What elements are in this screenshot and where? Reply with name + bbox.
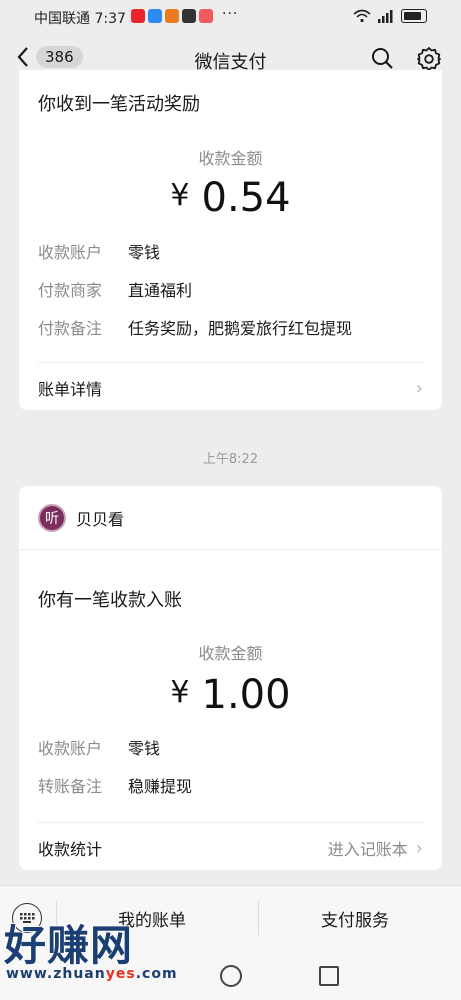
merchant-header[interactable]: 听 贝贝看 (38, 504, 124, 532)
wifi-icon (353, 9, 371, 23)
detail-value: 任务奖励，肥鹅爱旅行红包提现 (128, 319, 353, 338)
recents-button[interactable] (319, 966, 339, 986)
merchant-logo: 听 (38, 504, 66, 532)
payment-message-card[interactable]: 你收到一笔活动奖励 收款金额 ¥0.54 收款账户 零钱 付款商家 直通福利 付… (19, 70, 442, 410)
payment-stats-row[interactable]: 收款统计 进入记账本 › (38, 836, 423, 860)
ledger-link-label: 进入记账本 (327, 840, 408, 859)
divider (19, 549, 442, 550)
currency-symbol: ¥ (170, 675, 190, 710)
home-button[interactable] (220, 965, 242, 987)
detail-value: 稳赚提现 (128, 777, 193, 796)
payment-stats-label: 收款统计 (38, 840, 103, 859)
time-separator: 上午8:22 (202, 452, 259, 467)
menu-separator (258, 901, 259, 935)
currency-symbol: ¥ (170, 178, 190, 213)
notification-icons (131, 9, 213, 23)
detail-row: 转账备注 稳赚提现 (38, 773, 192, 797)
signal-icon (378, 10, 393, 23)
carrier-time: 中国联通 7:37 (34, 11, 126, 27)
keyboard-toggle-button[interactable] (12, 903, 42, 933)
amount-label: 收款金额 (198, 149, 263, 168)
amount-number: 0.54 (201, 175, 291, 221)
bill-details-label: 账单详情 (38, 380, 103, 399)
system-indicators (353, 9, 427, 23)
status-bar: 中国联通 7:37 ··· (0, 0, 461, 34)
menu-separator (56, 901, 57, 935)
message-notice: 你收到一笔活动奖励 (38, 94, 200, 115)
bill-details-link[interactable]: 账单详情 › (38, 376, 423, 400)
message-notice: 你有一笔收款入账 (38, 590, 182, 611)
detail-key: 付款备注 (38, 319, 103, 338)
amount-value: ¥1.00 (19, 672, 442, 718)
tmall-app-icon (131, 9, 145, 23)
payment-message-card[interactable]: 听 贝贝看 你有一笔收款入账 收款金额 ¥1.00 收款账户 零钱 转账备注 稳… (19, 486, 442, 870)
chevron-right-icon: › (415, 837, 423, 859)
photo-app-icon (182, 9, 196, 23)
divider (38, 822, 423, 823)
battery-icon (401, 9, 427, 23)
keyboard-icon (20, 913, 35, 923)
cloud-app-icon (148, 9, 162, 23)
system-navigation-bar (0, 947, 461, 1000)
more-notifications-icon: ··· (222, 6, 239, 22)
amount-number: 1.00 (201, 672, 291, 718)
menu-item-payment-services[interactable]: 支付服务 (321, 906, 389, 931)
detail-key: 转账备注 (38, 777, 103, 796)
ledger-link[interactable]: 进入记账本 › (328, 836, 423, 860)
shop-app-icon (199, 9, 213, 23)
detail-value: 零钱 (128, 739, 161, 758)
bottom-menu-bar: 我的账单 支付服务 (0, 885, 461, 948)
detail-key: 付款商家 (38, 281, 103, 300)
detail-key: 收款账户 (38, 739, 103, 758)
detail-value: 零钱 (128, 243, 161, 262)
search-icon[interactable] (370, 46, 394, 70)
runner-app-icon (165, 9, 179, 23)
detail-value: 直通福利 (128, 281, 193, 300)
divider (38, 362, 423, 363)
chevron-right-icon: › (415, 377, 423, 399)
menu-item-my-bills[interactable]: 我的账单 (118, 906, 186, 931)
detail-row: 收款账户 零钱 (38, 239, 160, 263)
merchant-name: 贝贝看 (76, 510, 125, 529)
detail-key: 收款账户 (38, 243, 103, 262)
amount-value: ¥0.54 (19, 175, 442, 221)
amount-label: 收款金额 (198, 644, 263, 663)
detail-row: 收款账户 零钱 (38, 735, 160, 759)
detail-row: 付款备注 任务奖励，肥鹅爱旅行红包提现 (38, 315, 352, 339)
detail-row: 付款商家 直通福利 (38, 277, 192, 301)
gear-icon[interactable] (416, 46, 442, 72)
